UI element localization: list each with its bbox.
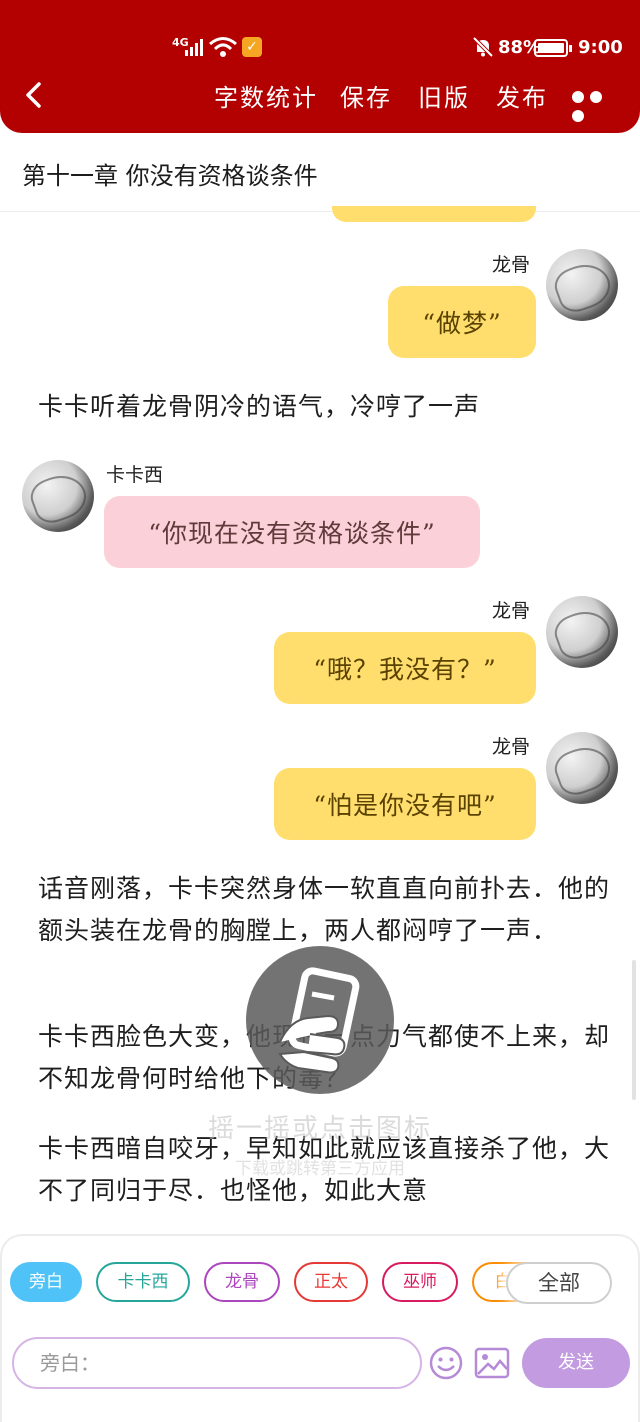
status-bar: 4G ✓ 88% 9:00 (0, 30, 640, 64)
speaker-name: 龙骨 (492, 736, 531, 758)
wifi-icon (209, 37, 237, 57)
signal-icon (185, 39, 203, 56)
chat-bubble[interactable]: “你现在没有资格谈条件” (104, 496, 480, 568)
clock: 9:00 (578, 37, 623, 58)
mute-bell-icon (472, 36, 494, 58)
speaker-name: 龙骨 (492, 254, 531, 276)
more-options-icon[interactable] (572, 88, 624, 122)
narration-text[interactable]: 卡卡听着龙骨阴冷的语气，冷哼了一声 (38, 386, 618, 428)
role-chip-kakashi[interactable]: 卡卡西 (96, 1262, 190, 1302)
chat-bubble[interactable]: “做梦” (388, 286, 536, 358)
speaker-name: 龙骨 (492, 600, 531, 622)
narration-text[interactable]: 话音刚落，卡卡突然身体一软直直向前扑去．他的额头装在龙骨的胸膛上，两人都闷哼了一… (38, 868, 618, 952)
avatar-kakashi[interactable] (22, 460, 94, 532)
publish-button[interactable]: 发布 (496, 78, 548, 113)
all-roles-button[interactable]: 全部 (506, 1262, 612, 1304)
app-notification-icon: ✓ (242, 37, 262, 57)
battery-icon (534, 39, 572, 57)
avatar-longgu[interactable] (546, 732, 618, 804)
word-count-button[interactable]: 字数统计 (214, 78, 318, 113)
chat-bubble-partial (332, 206, 536, 222)
chat-bubble[interactable]: “怕是你没有吧” (274, 768, 536, 840)
avatar-longgu[interactable] (546, 249, 618, 321)
role-chip-zhengtai[interactable]: 正太 (294, 1262, 368, 1302)
speaker-name: 卡卡西 (106, 464, 164, 486)
shake-sub-text: 下载或跳转第三方应用 (235, 1159, 405, 1179)
role-chip-longgu[interactable]: 龙骨 (204, 1262, 280, 1302)
image-icon[interactable] (474, 1347, 510, 1379)
save-button[interactable]: 保存 (340, 78, 392, 113)
shake-button[interactable] (246, 946, 394, 1094)
role-chip-narrator[interactable]: 旁白 (10, 1262, 82, 1302)
avatar-longgu[interactable] (546, 596, 618, 668)
role-chip-wizard[interactable]: 巫师 (382, 1262, 458, 1302)
chapter-title[interactable]: 第十一章 你没有资格谈条件 (0, 140, 640, 212)
back-arrow-icon[interactable] (20, 80, 50, 110)
shake-hint-text: 摇一摇或点击图标 (207, 1114, 432, 1144)
old-version-button[interactable]: 旧版 (418, 78, 470, 113)
emoji-icon[interactable] (428, 1345, 464, 1381)
send-button[interactable]: 发送 (522, 1338, 630, 1388)
chat-bubble[interactable]: “哦？我没有？” (274, 632, 536, 704)
hand-phone-icon (278, 967, 360, 1074)
message-input[interactable] (12, 1337, 422, 1389)
app-bar: 4G ✓ 88% 9:00 字数统计 保存 旧版 发布 (0, 0, 640, 133)
scrollbar[interactable] (632, 960, 636, 1100)
